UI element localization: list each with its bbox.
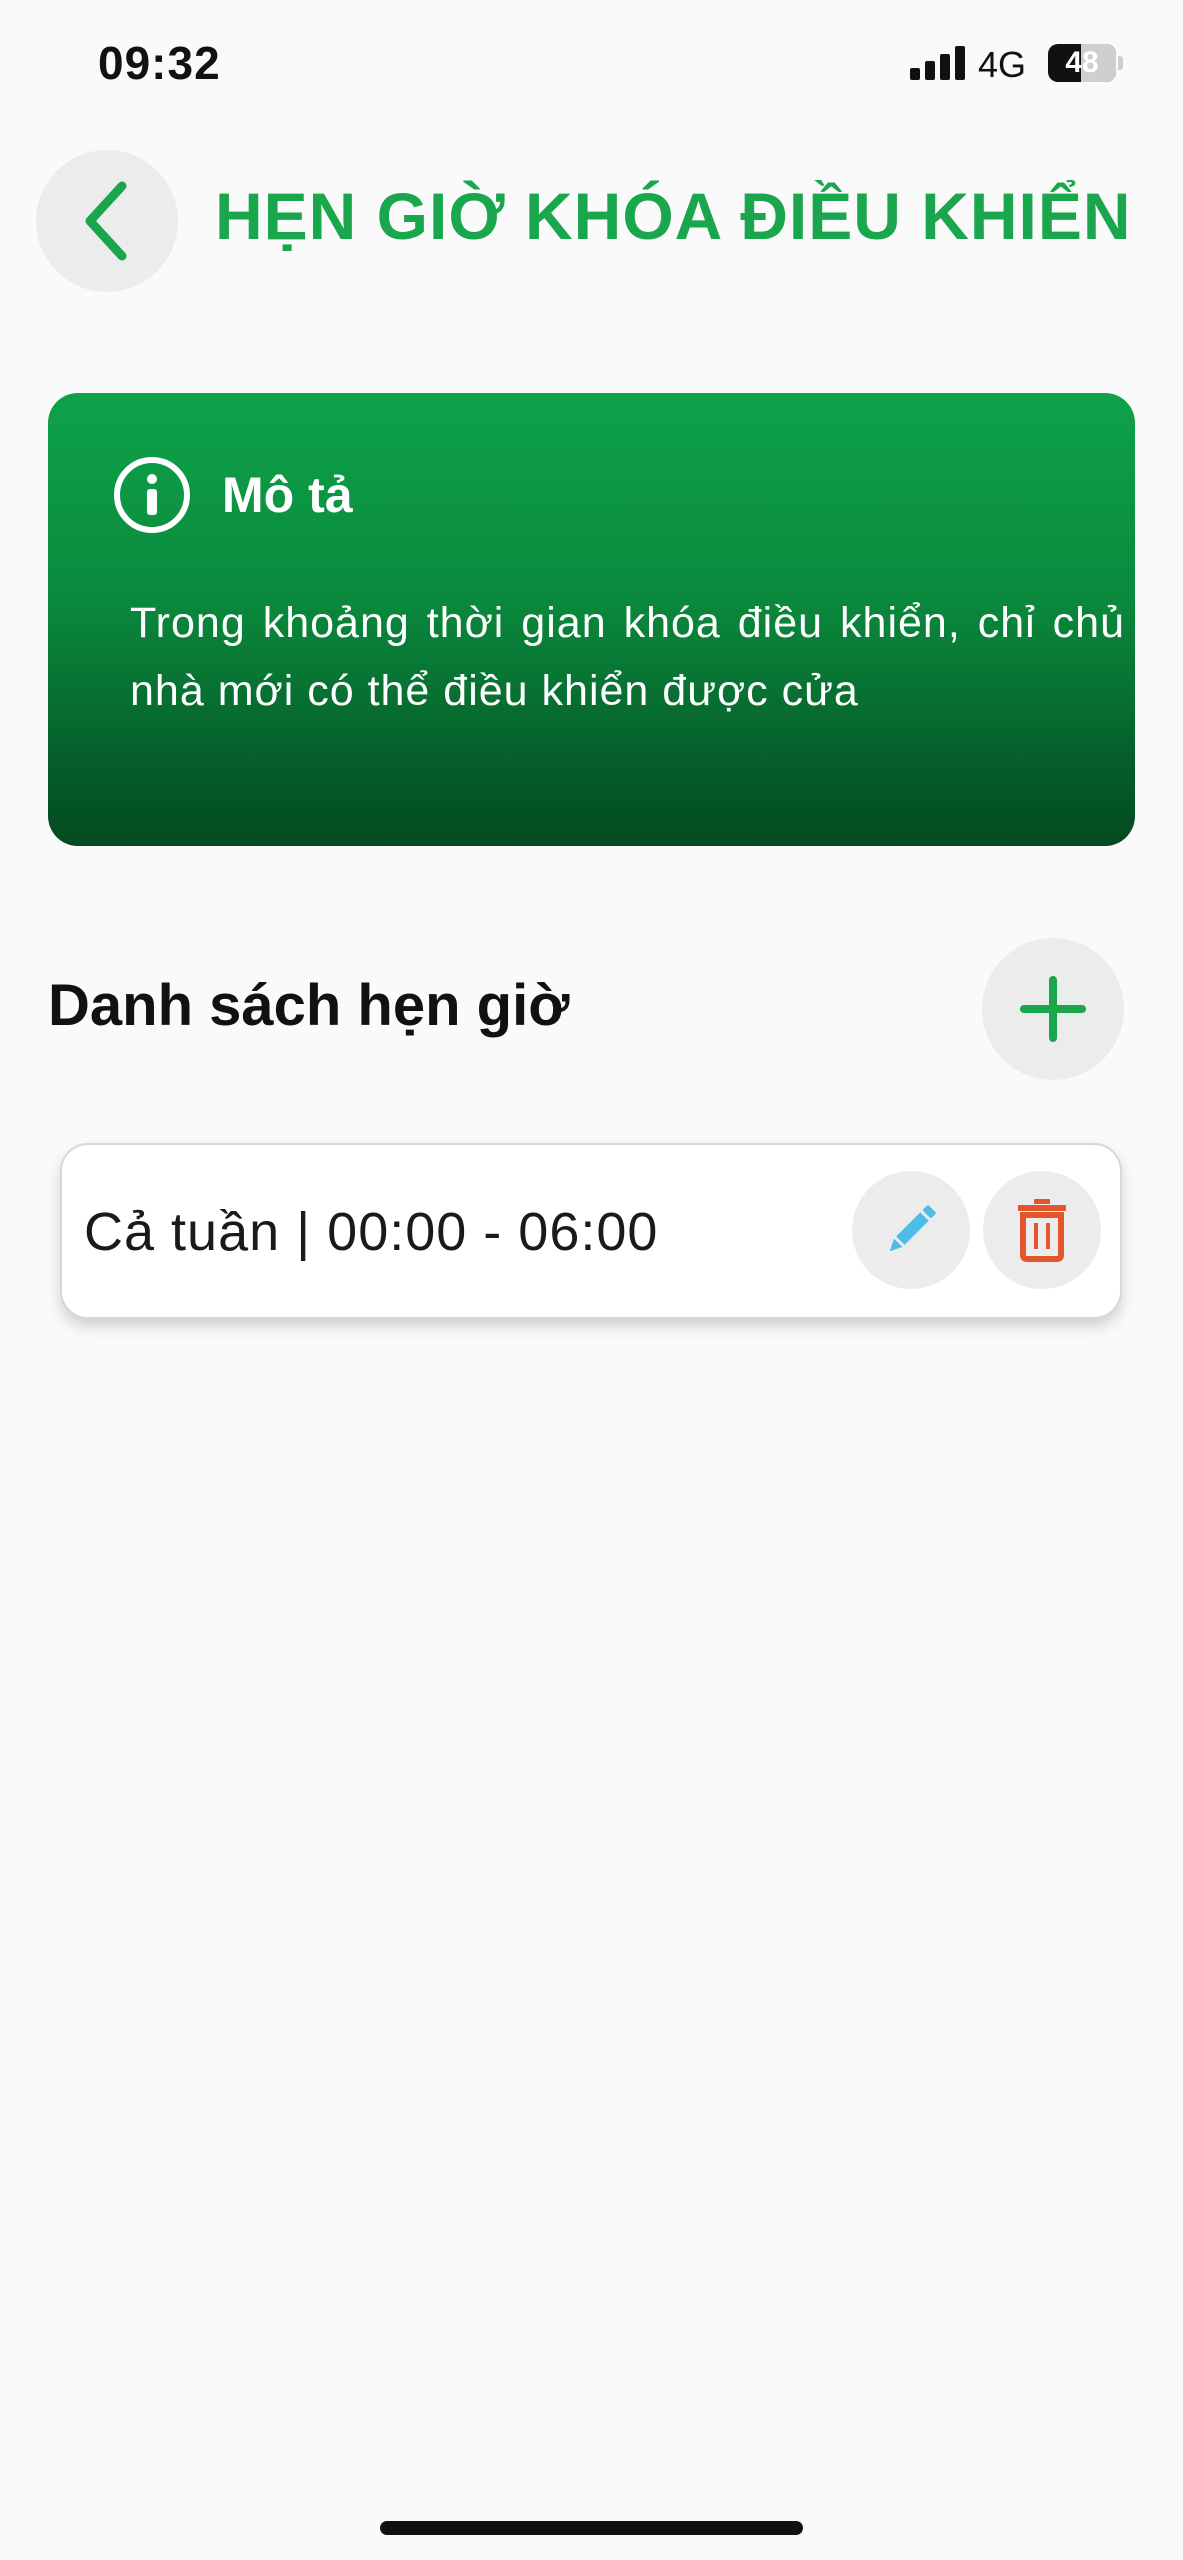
status-bar: 09:32 4G 48 <box>0 0 1183 130</box>
battery-level-text: 48 <box>1065 46 1099 79</box>
description-text: Trong khoảng thời gian khóa điều khiển, … <box>130 599 1125 715</box>
description-card: Mô tả Trong khoảng thời gian khóa điều k… <box>48 393 1135 846</box>
schedule-list-title: Danh sách hẹn giờ <box>48 973 570 1038</box>
delete-schedule-button[interactable] <box>983 1171 1101 1289</box>
description-title: Mô tả <box>222 467 353 523</box>
battery-nub <box>1118 56 1123 70</box>
pencil-icon <box>889 1205 936 1252</box>
signal-icon <box>910 46 965 80</box>
status-time: 09:32 <box>98 37 221 89</box>
battery-icon: 48 <box>1048 44 1116 82</box>
add-schedule-button[interactable] <box>982 938 1124 1080</box>
home-indicator[interactable] <box>380 2521 803 2535</box>
schedule-item[interactable]: Cả tuần | 00:00 - 06:00 <box>60 1143 1122 1319</box>
page-title: HẸN GIỜ KHÓA ĐIỀU KHIỂN <box>215 179 1132 253</box>
trash-icon <box>1018 1199 1066 1262</box>
info-icon <box>114 457 190 533</box>
timer-lock-screen: 09:32 4G 48 HẸN GIỜ KHÓA ĐIỀU KHIỂN Mô t… <box>0 0 1183 2560</box>
description-header: Mô tả <box>112 455 353 535</box>
chevron-left-icon <box>85 181 127 261</box>
plus-icon <box>1020 976 1086 1042</box>
network-type: 4G <box>978 44 1027 85</box>
edit-schedule-button[interactable] <box>852 1171 970 1289</box>
back-button[interactable] <box>36 150 178 292</box>
schedule-item-label: Cả tuần | 00:00 - 06:00 <box>84 1202 659 1262</box>
